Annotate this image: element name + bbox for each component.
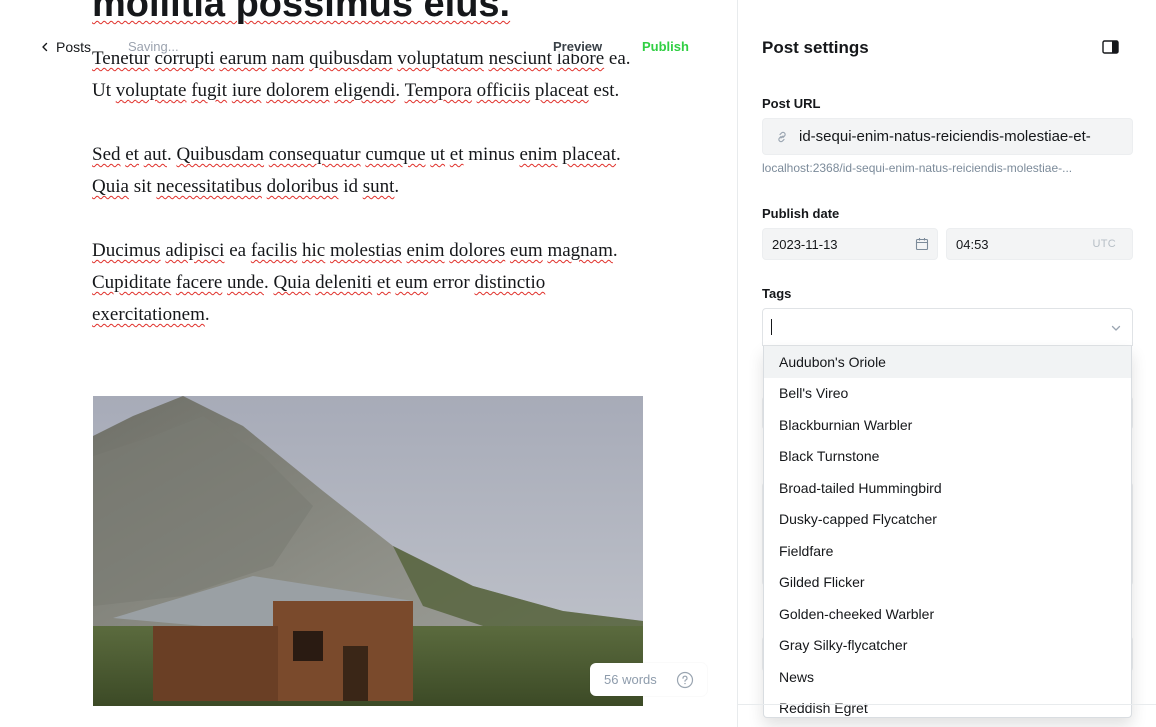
- timezone-label: UTC: [1092, 238, 1116, 250]
- tag-option[interactable]: Audubon's Oriole: [764, 346, 1131, 378]
- preview-button[interactable]: Preview: [553, 39, 603, 54]
- paragraph-2[interactable]: Sed et aut. Quibusdam consequatur cumque…: [92, 139, 637, 203]
- post-body[interactable]: Tenetur corrupti earum nam quibusdam vol…: [92, 43, 637, 363]
- post-url-label: Post URL: [762, 96, 821, 111]
- editor-topbar: Posts Saving... Preview Publish: [0, 30, 737, 64]
- tags-label: Tags: [762, 286, 792, 301]
- paragraph-3[interactable]: Ducimus adipisci ea facilis hic molestia…: [92, 235, 637, 331]
- tag-option[interactable]: Blackburnian Warbler: [764, 409, 1131, 441]
- tag-option[interactable]: Fieldfare: [764, 535, 1131, 567]
- post-url-input[interactable]: id-sequi-enim-natus-reiciendis-molestiae…: [762, 118, 1133, 155]
- calendar-icon[interactable]: [915, 237, 929, 251]
- link-icon: [778, 131, 786, 142]
- tags-dropdown: Audubon's Oriole Bell's Vireo Blackburni…: [763, 346, 1132, 718]
- post-url-preview: localhost:2368/id-sequi-enim-natus-reici…: [762, 161, 1073, 175]
- back-to-posts-link[interactable]: Posts: [40, 38, 92, 56]
- post-title[interactable]: mollitia possimus eius.: [92, 0, 732, 24]
- chevron-left-icon: [42, 42, 48, 52]
- mountain-cabin-photo: [93, 396, 643, 706]
- panel-divider: [738, 704, 1156, 705]
- panel-title: Post settings: [762, 38, 869, 57]
- publish-button[interactable]: Publish: [642, 39, 689, 54]
- tag-option[interactable]: Broad-tailed Hummingbird: [764, 472, 1131, 504]
- tags-input[interactable]: [762, 308, 1133, 346]
- chevron-down-icon[interactable]: [1110, 322, 1122, 334]
- tag-option[interactable]: Dusky-capped Flycatcher: [764, 504, 1131, 536]
- publish-time-input[interactable]: 04:53 UTC: [946, 228, 1133, 260]
- post-url-value: id-sequi-enim-natus-reiciendis-molestiae…: [799, 128, 1091, 145]
- text-cursor: [771, 319, 772, 335]
- tag-option[interactable]: Bell's Vireo: [764, 378, 1131, 410]
- publish-date-input[interactable]: 2023-11-13: [762, 228, 938, 260]
- tag-option[interactable]: Gray Silky-flycatcher: [764, 630, 1131, 662]
- help-icon[interactable]: [676, 671, 694, 689]
- tag-option[interactable]: Reddish Egret: [764, 693, 1131, 718]
- post-editor: mollitia possimus eius. Tenetur corrupti…: [0, 0, 737, 727]
- save-status: Saving...: [128, 39, 179, 54]
- publish-date-label: Publish date: [762, 206, 840, 221]
- date-value: 2023-11-13: [772, 236, 838, 252]
- post-settings-panel: Post settings Post URL id-sequi-enim-nat…: [737, 0, 1156, 727]
- back-label: Posts: [56, 39, 92, 55]
- tag-option[interactable]: News: [764, 661, 1131, 693]
- feature-image[interactable]: [93, 396, 643, 706]
- sidebar-toggle-icon[interactable]: [1102, 40, 1119, 54]
- tag-option[interactable]: Golden-cheeked Warbler: [764, 598, 1131, 630]
- time-value: 04:53: [956, 236, 989, 252]
- tag-option[interactable]: Black Turnstone: [764, 441, 1131, 473]
- tag-option[interactable]: Gilded Flicker: [764, 567, 1131, 599]
